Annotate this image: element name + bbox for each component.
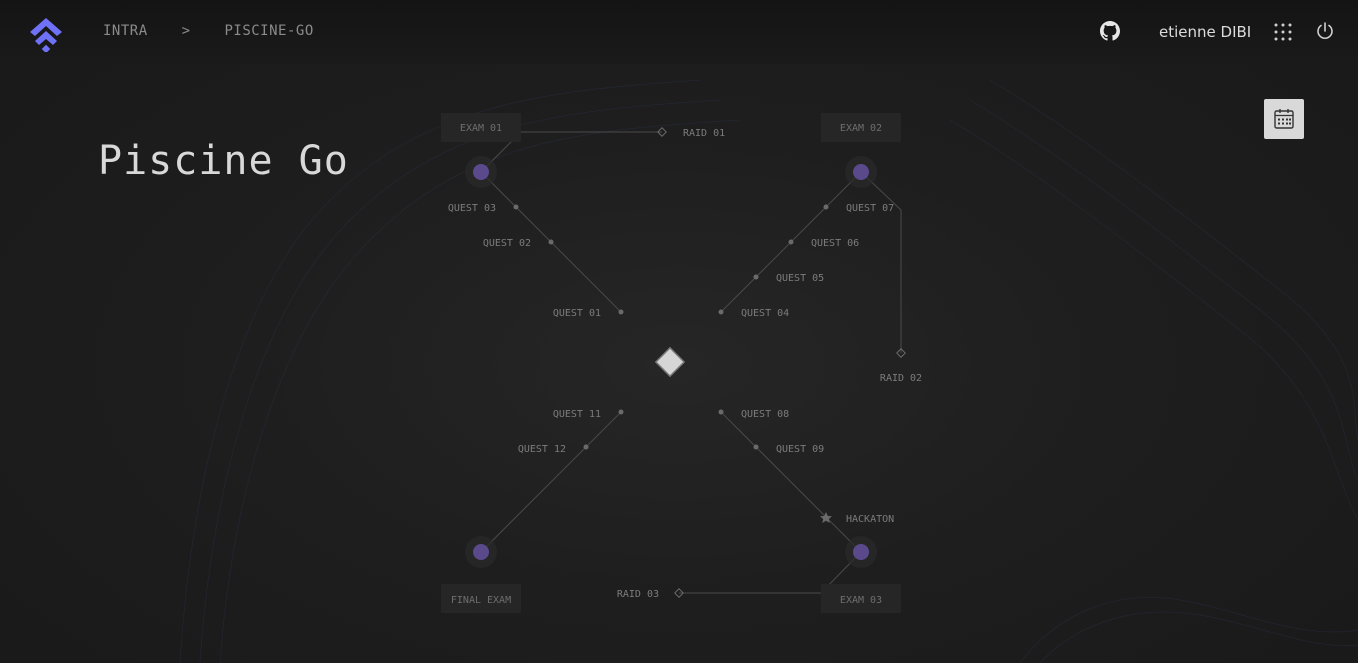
quest-11-node[interactable] bbox=[618, 409, 624, 415]
quest-09-label: QUEST 09 bbox=[776, 444, 824, 455]
hackaton-label: HACKATON bbox=[846, 514, 894, 525]
quest-02-label: QUEST 02 bbox=[483, 238, 531, 249]
center-diamond-icon[interactable] bbox=[654, 346, 686, 378]
quest-05-label: QUEST 05 bbox=[776, 273, 824, 284]
piscine-map: EXAM 01 RAID 01 EXAM 02 QUEST 03 QUEST 0… bbox=[441, 113, 922, 613]
raid-02-label: RAID 02 bbox=[880, 373, 922, 384]
exam-01-node[interactable] bbox=[465, 156, 497, 188]
quest-05-node[interactable] bbox=[753, 274, 759, 280]
exam-01-label: EXAM 01 bbox=[460, 123, 502, 134]
quest-08-label: QUEST 08 bbox=[741, 409, 789, 420]
quest-07-node[interactable] bbox=[823, 204, 829, 210]
quest-06-label: QUEST 06 bbox=[811, 238, 859, 249]
quest-06-node[interactable] bbox=[788, 239, 794, 245]
quest-12-label: QUEST 12 bbox=[518, 444, 566, 455]
quest-09-node[interactable] bbox=[753, 444, 759, 450]
quest-01-node[interactable] bbox=[618, 309, 624, 315]
quest-01-label: QUEST 01 bbox=[553, 308, 601, 319]
quest-07-label: QUEST 07 bbox=[846, 203, 894, 214]
quest-03-label: QUEST 03 bbox=[448, 203, 496, 214]
quest-04-label: QUEST 04 bbox=[741, 308, 789, 319]
quest-08-node[interactable] bbox=[718, 409, 724, 415]
final-exam-node[interactable] bbox=[465, 536, 497, 568]
quest-02-node[interactable] bbox=[548, 239, 554, 245]
exam-03-label: EXAM 03 bbox=[840, 595, 882, 606]
quest-03-node[interactable] bbox=[513, 204, 519, 210]
quest-12-node[interactable] bbox=[583, 444, 589, 450]
quest-11-label: QUEST 11 bbox=[553, 409, 601, 420]
raid-01-label: RAID 01 bbox=[683, 128, 725, 139]
raid-03-label: RAID 03 bbox=[617, 589, 659, 600]
final-exam-label: FINAL EXAM bbox=[451, 595, 511, 606]
exam-03-node[interactable] bbox=[845, 536, 877, 568]
exam-02-label: EXAM 02 bbox=[840, 123, 882, 134]
map-paths bbox=[480, 131, 902, 594]
exam-02-node[interactable] bbox=[845, 156, 877, 188]
quest-04-node[interactable] bbox=[718, 309, 724, 315]
